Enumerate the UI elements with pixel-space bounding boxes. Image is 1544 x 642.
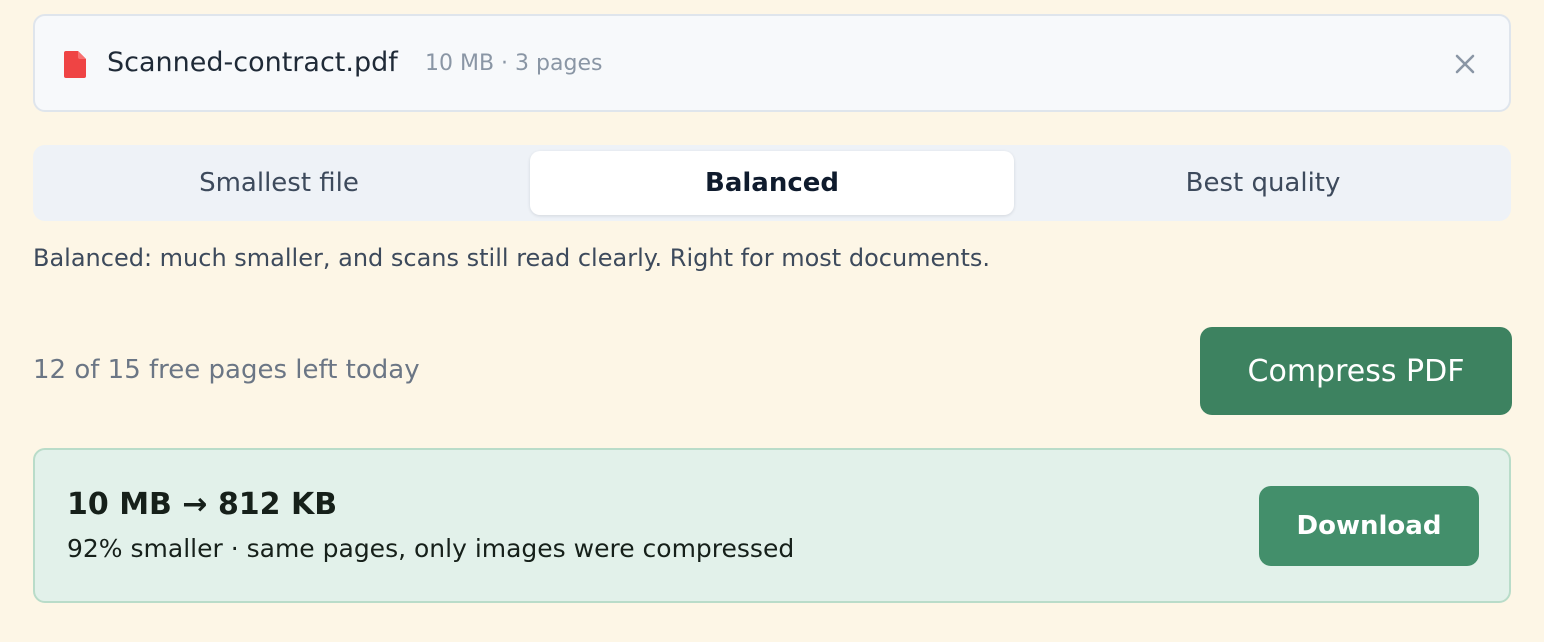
- file-card: Scanned-contract.pdf 10 MB · 3 pages: [33, 14, 1511, 112]
- option-balanced[interactable]: Balanced: [530, 151, 1014, 215]
- result-card: 10 MB → 812 KB 92% smaller · same pages,…: [33, 448, 1511, 603]
- quality-segmented-control: Smallest file Balanced Best quality: [33, 145, 1511, 221]
- file-name: Scanned-contract.pdf: [107, 47, 398, 78]
- download-button[interactable]: Download: [1259, 486, 1479, 566]
- result-details: 92% smaller · same pages, only images we…: [67, 534, 795, 563]
- option-best-quality[interactable]: Best quality: [1021, 151, 1505, 215]
- quality-description: Balanced: much smaller, and scans still …: [33, 244, 991, 272]
- option-smallest-file[interactable]: Smallest file: [37, 151, 521, 215]
- compress-pdf-button[interactable]: Compress PDF: [1200, 327, 1512, 415]
- file-meta: 10 MB · 3 pages: [425, 51, 603, 76]
- result-size-summary: 10 MB → 812 KB: [67, 487, 338, 522]
- pdf-file-icon: [64, 51, 86, 78]
- free-pages-quota: 12 of 15 free pages left today: [33, 355, 420, 385]
- close-icon[interactable]: [1453, 52, 1477, 76]
